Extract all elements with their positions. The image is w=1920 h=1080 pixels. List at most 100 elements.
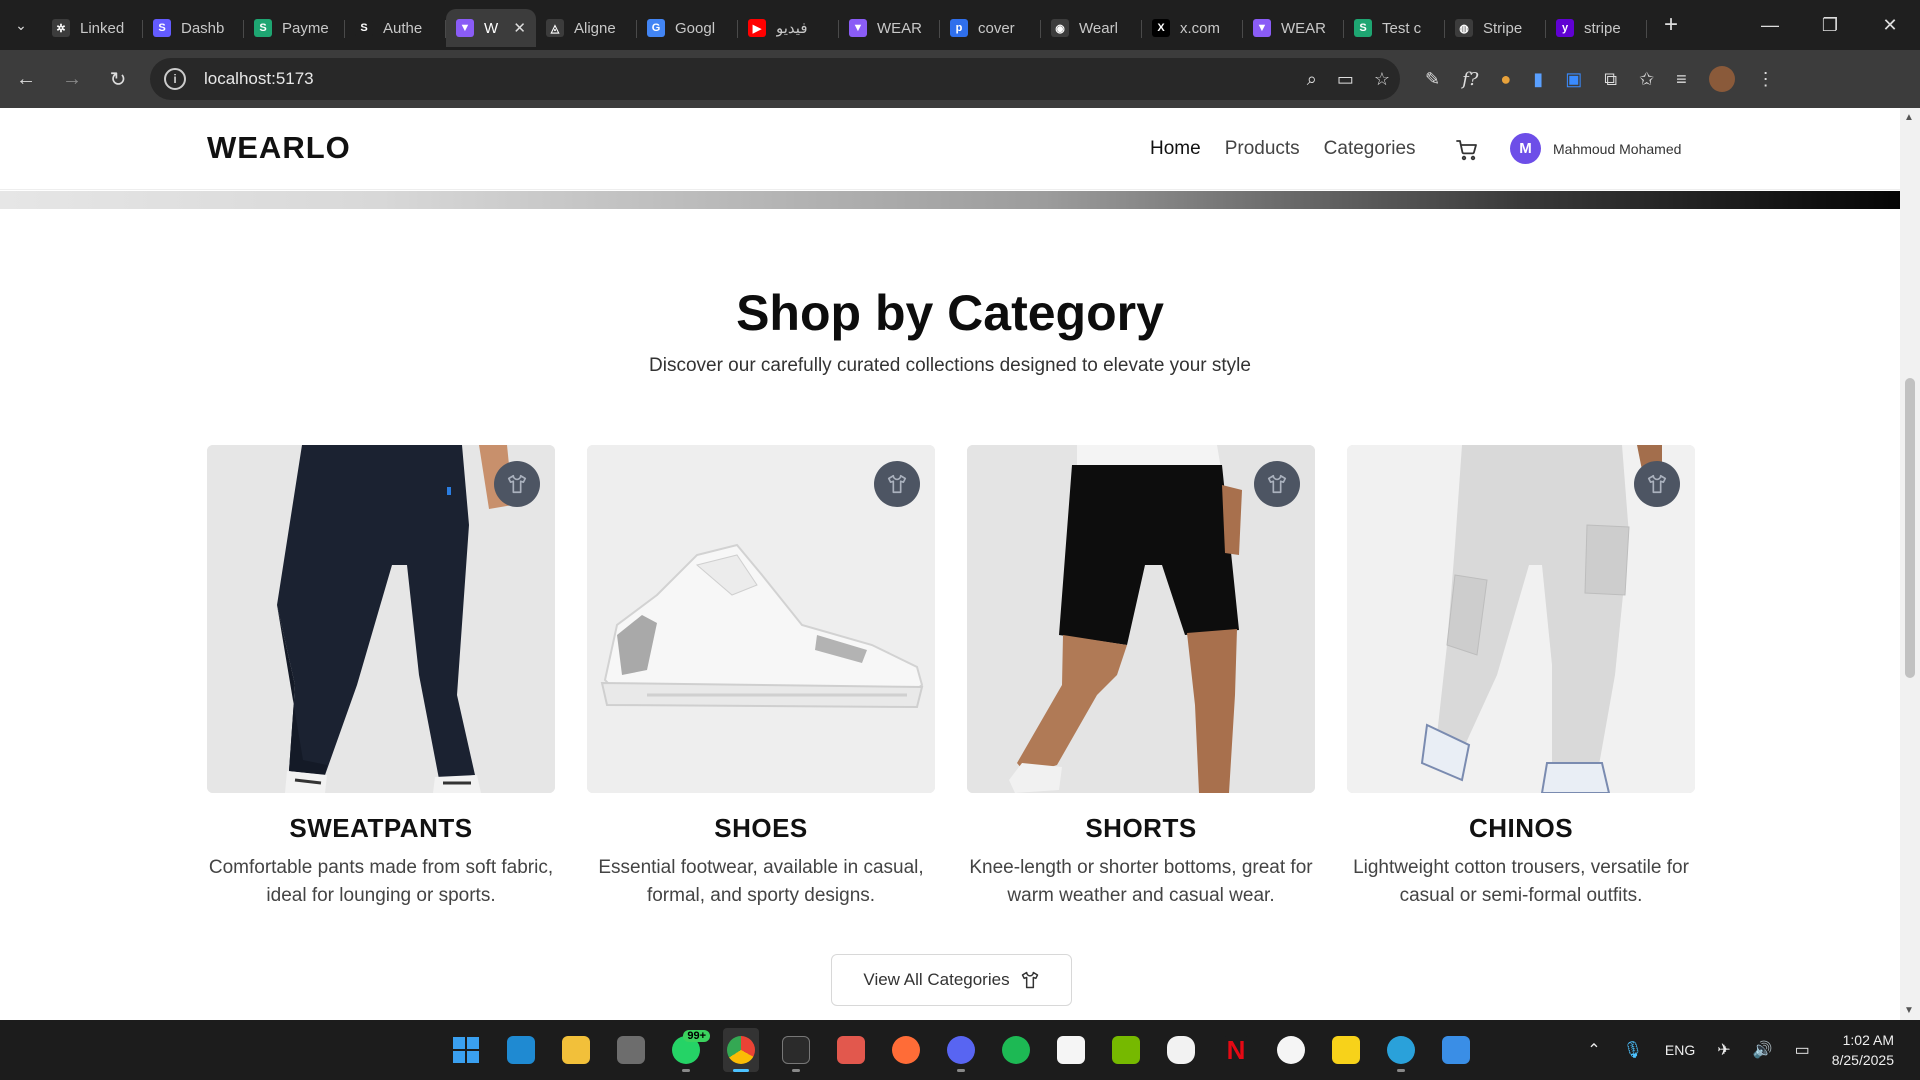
- tab-favicon-icon: ▶: [748, 19, 766, 37]
- browser-tab[interactable]: S Payme: [244, 9, 345, 47]
- tab-favicon-icon: ▼: [849, 19, 867, 37]
- clock[interactable]: 1:02 AM 8/25/2025: [1832, 1030, 1894, 1070]
- close-tab-icon[interactable]: ✕: [513, 19, 526, 37]
- profile-avatar[interactable]: [1708, 66, 1735, 92]
- minimize-icon[interactable]: —: [1740, 0, 1800, 50]
- category-image-sweatpants[interactable]: [207, 445, 555, 793]
- browser-tab[interactable]: S Test c: [1344, 9, 1445, 47]
- user-name[interactable]: Mahmoud Mohamed: [1553, 141, 1681, 157]
- category-name-shorts[interactable]: SHORTS: [967, 813, 1315, 844]
- browser-tab[interactable]: ✲ Linked: [42, 9, 143, 47]
- battery-icon[interactable]: ▭: [1795, 1040, 1810, 1060]
- category-card-shorts[interactable]: SHORTS Knee-length or shorter bottoms, g…: [967, 445, 1315, 910]
- browser-tab[interactable]: ▶ فيديو: [738, 9, 839, 47]
- nav-categories[interactable]: Categories: [1324, 138, 1416, 160]
- browser-tab[interactable]: ◉ Wearl: [1041, 9, 1142, 47]
- browser-tab[interactable]: ◍ Stripe: [1445, 9, 1546, 47]
- tab-search-icon[interactable]: ⌄: [0, 0, 42, 50]
- browser-tab[interactable]: S Authe: [345, 9, 446, 47]
- nav-home[interactable]: Home: [1150, 138, 1201, 160]
- user-avatar[interactable]: M: [1510, 133, 1541, 164]
- chrome-icon[interactable]: [723, 1028, 759, 1072]
- shirt-icon: [1021, 971, 1038, 989]
- vscode-icon[interactable]: [503, 1028, 539, 1072]
- sticky-notes-icon[interactable]: [1328, 1028, 1364, 1072]
- tab-favicon-icon: ◉: [1051, 19, 1069, 37]
- cart-icon[interactable]: [1455, 138, 1479, 162]
- browser-tab[interactable]: ▼ W ✕: [446, 9, 536, 47]
- view-all-categories-button[interactable]: View All Categories: [831, 954, 1072, 1006]
- browser-tab[interactable]: ▼ WEAR: [1243, 9, 1344, 47]
- eyedropper-extension-icon[interactable]: ✎: [1425, 69, 1440, 90]
- back-icon[interactable]: ←: [6, 59, 46, 99]
- network-icon[interactable]: ✈: [1717, 1040, 1730, 1060]
- photos-icon[interactable]: [1438, 1028, 1474, 1072]
- zoom-icon[interactable]: ⌕: [1307, 69, 1317, 90]
- app-cube-icon[interactable]: [613, 1028, 649, 1072]
- media-control-icon[interactable]: ≡: [1676, 69, 1687, 90]
- category-card-shoes[interactable]: SHOES Essential footwear, available in c…: [587, 445, 935, 910]
- category-card-chinos[interactable]: CHINOS Lightweight cotton trousers, vers…: [1347, 445, 1695, 910]
- category-card-sweatpants[interactable]: SWEATPANTS Comfortable pants made from s…: [207, 445, 555, 910]
- microphone-icon[interactable]: 🎙: [1623, 1040, 1643, 1060]
- forward-icon[interactable]: →: [52, 59, 92, 99]
- volume-icon[interactable]: 🔊: [1753, 1040, 1773, 1060]
- restore-icon[interactable]: ❐: [1800, 0, 1860, 50]
- nav-products[interactable]: Products: [1225, 138, 1300, 160]
- spotify-icon[interactable]: [998, 1028, 1034, 1072]
- ollama-icon[interactable]: [1163, 1028, 1199, 1072]
- menu-icon[interactable]: ⋮: [1757, 69, 1775, 90]
- notion-icon[interactable]: [1053, 1028, 1089, 1072]
- new-tab-button[interactable]: +: [1653, 7, 1689, 43]
- browser-tab[interactable]: G Googl: [637, 9, 738, 47]
- mongodb-icon[interactable]: [1273, 1028, 1309, 1072]
- postman-icon[interactable]: [888, 1028, 924, 1072]
- tab-favicon-icon: ▼: [456, 19, 474, 37]
- browser-toolbar: ← → ↻ i localhost:5173 ⌕ ▭ ☆ ✎ f? ● ▮ ▣ …: [0, 50, 1920, 108]
- fi-extension-icon[interactable]: ▣: [1565, 69, 1582, 90]
- browser-tab[interactable]: Xx.com: [1142, 9, 1243, 47]
- favorites-icon[interactable]: ✩: [1639, 69, 1654, 90]
- browser-tab[interactable]: p cover: [940, 9, 1041, 47]
- reload-icon[interactable]: ↻: [98, 59, 138, 99]
- category-name-sweatpants[interactable]: SWEATPANTS: [207, 813, 555, 844]
- extensions-icon[interactable]: ⧉: [1604, 69, 1617, 90]
- bookmark-star-icon[interactable]: ☆: [1374, 69, 1390, 90]
- scroll-down-icon[interactable]: ▼: [1904, 1005, 1914, 1016]
- whatsapp-icon[interactable]: 99+: [668, 1028, 710, 1072]
- font-extension-icon[interactable]: f?: [1462, 69, 1478, 90]
- browser-tab[interactable]: ▼ WEAR: [839, 9, 940, 47]
- telegram-icon[interactable]: [1383, 1028, 1419, 1072]
- nvidia-icon[interactable]: [1108, 1028, 1144, 1072]
- file-explorer-icon[interactable]: [558, 1028, 594, 1072]
- browser-tab[interactable]: ◬ Aligne: [536, 9, 637, 47]
- url-text[interactable]: localhost:5173: [204, 69, 314, 89]
- terminal-icon[interactable]: [778, 1028, 814, 1072]
- tab-title: W: [484, 19, 499, 37]
- tab-favicon-icon: S: [1354, 19, 1372, 37]
- discord-icon[interactable]: [943, 1028, 979, 1072]
- site-logo[interactable]: WEARLO: [207, 130, 351, 166]
- close-window-icon[interactable]: ✕: [1860, 0, 1920, 50]
- scroll-up-icon[interactable]: ▲: [1904, 112, 1914, 123]
- start-icon[interactable]: [448, 1028, 484, 1072]
- scrollbar-thumb[interactable]: [1905, 378, 1915, 678]
- language-indicator[interactable]: ENG: [1665, 1042, 1695, 1058]
- site-info-icon[interactable]: i: [164, 68, 186, 90]
- browser-tab[interactable]: S Dashb: [143, 9, 244, 47]
- todo-icon[interactable]: [833, 1028, 869, 1072]
- category-name-chinos[interactable]: CHINOS: [1347, 813, 1695, 844]
- browser-tab[interactable]: y stripe: [1546, 9, 1647, 47]
- color-extension-icon[interactable]: ●: [1500, 69, 1511, 90]
- address-bar[interactable]: i localhost:5173 ⌕ ▭ ☆: [150, 58, 1400, 100]
- payment-icon[interactable]: ▭: [1337, 69, 1354, 90]
- category-image-shoes[interactable]: [587, 445, 935, 793]
- docs-extension-icon[interactable]: ▮: [1533, 69, 1543, 90]
- user-menu[interactable]: M Mahmoud Mohamed: [1510, 133, 1681, 164]
- category-name-shoes[interactable]: SHOES: [587, 813, 935, 844]
- page-scrollbar[interactable]: ▲ ▼: [1900, 108, 1920, 1020]
- category-image-chinos[interactable]: [1347, 445, 1695, 793]
- tray-chevron-icon[interactable]: ⌃: [1587, 1040, 1600, 1060]
- category-image-shorts[interactable]: [967, 445, 1315, 793]
- netflix-icon[interactable]: N: [1218, 1028, 1254, 1072]
